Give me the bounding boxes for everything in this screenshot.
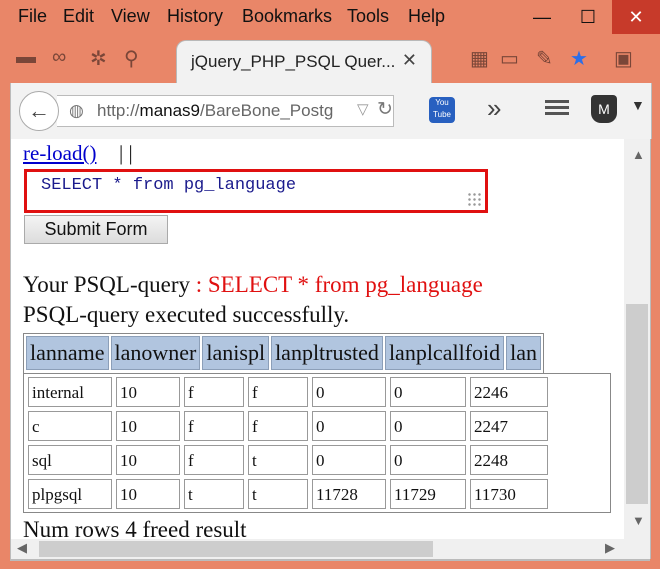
star-icon[interactable]: ★ (570, 46, 588, 71)
sql-text[interactable]: SELECT * from pg_language (41, 176, 296, 195)
page-content: re-load() | | SELECT * from pg_language … (10, 139, 625, 539)
tab-active[interactable]: jQuery_PHP_PSQL Quer... ✕ (176, 40, 432, 85)
url-text[interactable]: http://manas9/BareBone_Postg (97, 101, 333, 121)
tab-close-icon[interactable]: ✕ (402, 50, 417, 71)
chevron-down-icon[interactable]: ▼ (631, 97, 645, 113)
shield-icon[interactable]: M (591, 95, 617, 123)
column-header: lanname (26, 336, 109, 370)
menu-icon[interactable] (545, 97, 569, 118)
tab-title: jQuery_PHP_PSQL Quer... (191, 52, 396, 71)
table-cell: t (248, 445, 308, 475)
scroll-right-icon[interactable]: ▶ (605, 540, 615, 556)
wrench-icon[interactable]: ✎ (536, 46, 553, 71)
mask-icon[interactable]: ∞ (52, 46, 66, 69)
table-cell: 11730 (470, 479, 548, 509)
footer-text: Num rows 4 freed result (23, 517, 247, 539)
table-cell: 11728 (312, 479, 386, 509)
table-cell: 10 (116, 411, 180, 441)
search-icon[interactable]: ⚲ (124, 46, 139, 71)
column-header: lanowner (110, 336, 201, 370)
table-cell: f (248, 411, 308, 441)
table-cell: 10 (116, 445, 180, 475)
results-table: internal 10 f f 0 0 2246 c 10 f f 0 0 2247 sql 10 f t 0 0 22… (23, 373, 611, 513)
table-cell: 0 (312, 377, 386, 407)
back-button[interactable]: ← (19, 91, 59, 131)
reload-link[interactable]: re-load() (23, 141, 96, 166)
query-value: : SELECT * from pg_language (190, 272, 483, 297)
menu-file[interactable]: File (18, 6, 47, 27)
query-label: Your PSQL-query (23, 272, 190, 297)
url-dropdown-icon[interactable]: ▽ (357, 100, 369, 118)
bag-icon[interactable]: ▣ (614, 46, 633, 71)
resize-grip-icon[interactable] (467, 192, 481, 206)
table-cell: t (184, 479, 244, 509)
arrow-left-icon: ← (28, 98, 50, 123)
window-icon[interactable]: ▭ (500, 46, 519, 71)
vertical-scroll-thumb[interactable] (626, 304, 648, 504)
vertical-scrollbar[interactable]: ▲ ▼ (624, 139, 651, 539)
menu-bar: File Edit View History Bookmarks Tools H… (0, 0, 660, 34)
folder-icon[interactable]: ▬ (16, 46, 36, 69)
table-cell: 2246 (470, 377, 548, 407)
table-cell: f (184, 445, 244, 475)
table-cell: 0 (312, 445, 386, 475)
menu-history[interactable]: History (167, 6, 223, 27)
horizontal-scrollbar[interactable]: ◀ ▶ (10, 539, 625, 559)
table-cell: f (248, 377, 308, 407)
column-header: lanispl (202, 336, 270, 370)
scroll-left-icon[interactable]: ◀ (17, 540, 27, 556)
column-header-table: lanname lanowner lanispl lanpltrusted lanplc… (23, 333, 545, 377)
menu-edit[interactable]: Edit (63, 6, 94, 27)
horizontal-scroll-thumb[interactable] (39, 541, 433, 557)
table-cell: 2247 (470, 411, 548, 441)
table-cell: 10 (116, 377, 180, 407)
gear-icon[interactable]: ✲ (90, 46, 107, 71)
table-cell: f (184, 377, 244, 407)
column-header: lan (506, 336, 542, 370)
maximize-button[interactable]: ☐ (564, 0, 612, 34)
overflow-chevron-icon[interactable]: » (487, 93, 501, 124)
separator-text: | | (119, 141, 133, 165)
table-cell: 0 (390, 377, 466, 407)
window-bottom-edge (10, 559, 650, 561)
column-header: lanplcallfoid (384, 336, 505, 370)
table-cell: f (184, 411, 244, 441)
menu-bookmarks[interactable]: Bookmarks (242, 6, 332, 27)
status-text: PSQL-query executed successfully. (23, 302, 350, 327)
reload-icon[interactable]: ↻ (377, 98, 393, 121)
table-cell: c (28, 411, 112, 441)
youtube-icon[interactable]: You Tube (429, 97, 455, 123)
menu-help[interactable]: Help (408, 6, 445, 27)
table-cell: 2248 (470, 445, 548, 475)
table-cell: 10 (116, 479, 180, 509)
table-cell: plpgsql (28, 479, 112, 509)
minimize-button[interactable]: — (518, 0, 566, 34)
submit-form-button[interactable]: Submit Form (24, 215, 168, 244)
browser-window: File Edit View History Bookmarks Tools H… (0, 0, 660, 569)
table-cell: 0 (390, 411, 466, 441)
table-cell: 0 (390, 445, 466, 475)
table-cell: t (248, 479, 308, 509)
close-window-button[interactable]: ✕ (612, 0, 660, 34)
sql-textarea[interactable]: SELECT * from pg_language (24, 169, 488, 213)
scroll-up-icon[interactable]: ▲ (632, 147, 645, 162)
scroll-corner (624, 539, 651, 559)
url-bar[interactable]: ◍ http://manas9/BareBone_Postg ▽ ↻ (57, 95, 394, 127)
column-header: lanpltrusted (271, 336, 383, 370)
scroll-down-icon[interactable]: ▼ (632, 513, 645, 528)
table-cell: 0 (312, 411, 386, 441)
table-cell: internal (28, 377, 112, 407)
query-line: Your PSQL-query : SELECT * from pg_langu… (23, 272, 483, 298)
table-cell: sql (28, 445, 112, 475)
table-cell: 11729 (390, 479, 466, 509)
menu-view[interactable]: View (111, 6, 150, 27)
grid-icon[interactable]: ▦ (470, 46, 489, 71)
menu-tools[interactable]: Tools (347, 6, 389, 27)
globe-icon: ◍ (69, 101, 84, 120)
navigation-bar: ◍ http://manas9/BareBone_Postg ▽ ↻ ← You… (10, 83, 652, 139)
